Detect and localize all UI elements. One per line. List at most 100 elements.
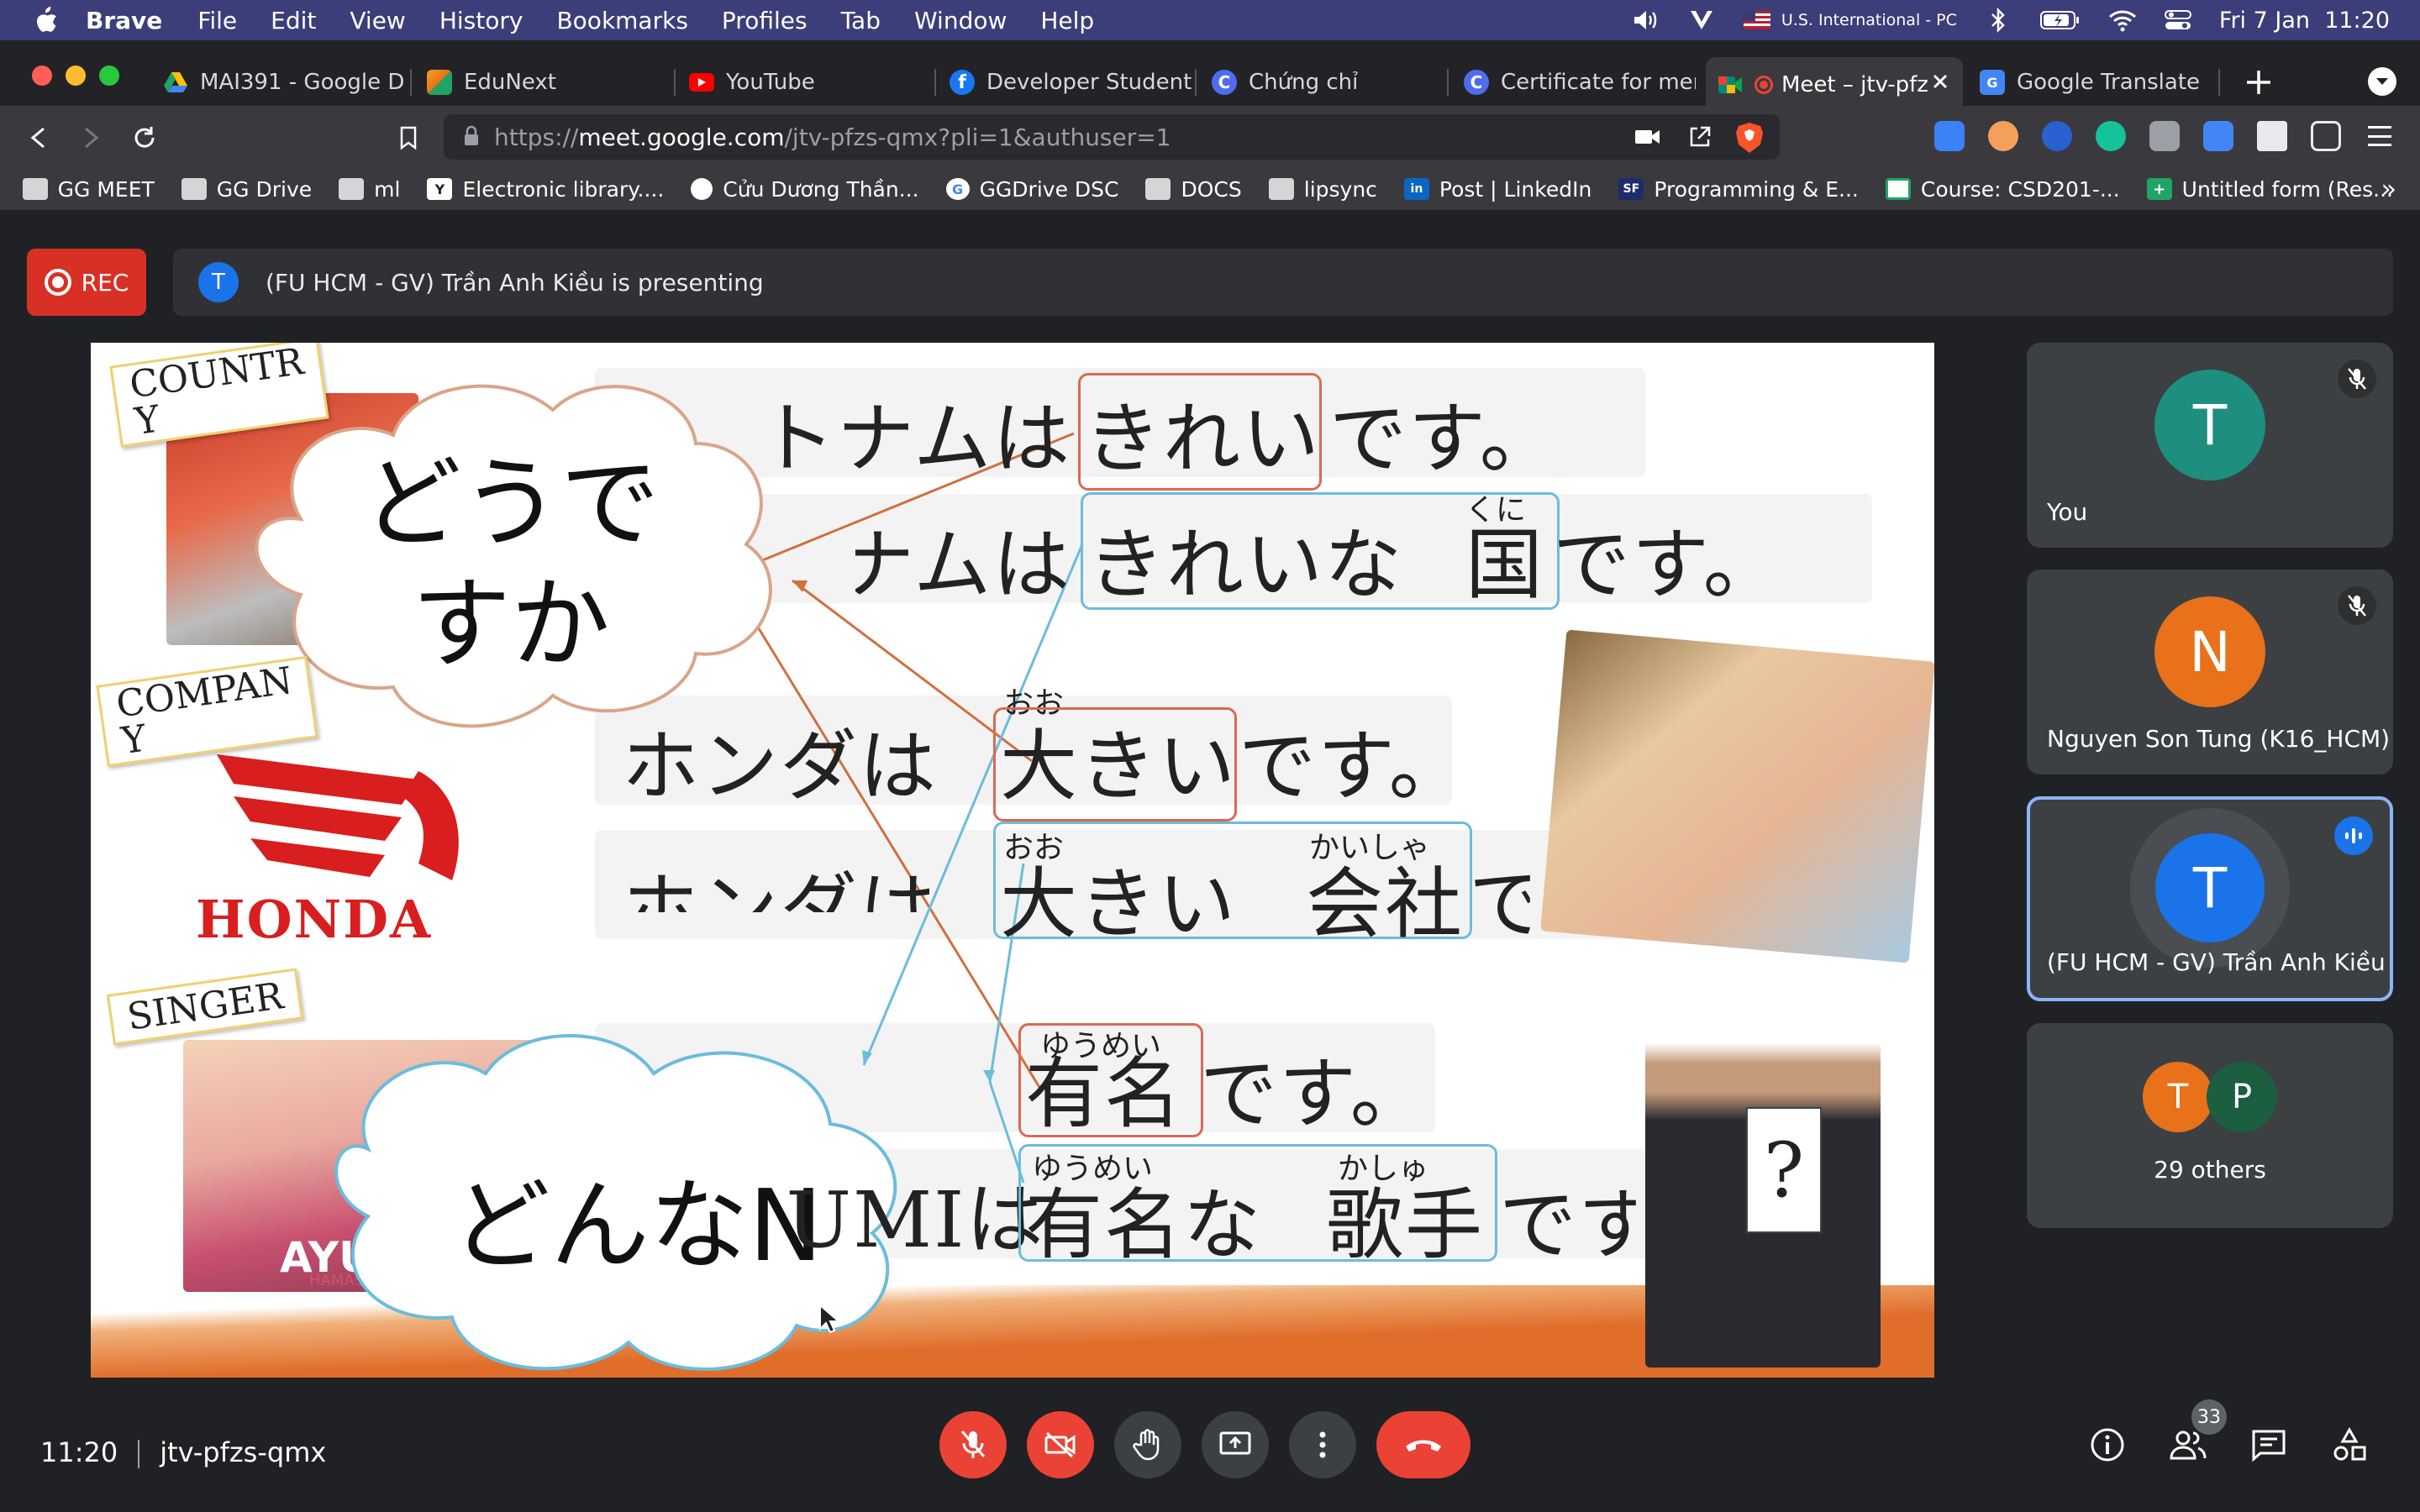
more-options-button[interactable] (1289, 1411, 1356, 1478)
battery-icon[interactable] (2039, 8, 2081, 33)
hamburger-menu-icon[interactable] (2365, 121, 2395, 151)
line4-noun: 会社 (1306, 859, 1465, 949)
bookmark-gg-meet[interactable]: GG MEET (22, 177, 155, 202)
tab-youtube[interactable]: YouTube (677, 57, 929, 108)
url-path: /jtv-pfzs-qmx?pli=1&authuser=1 (784, 123, 1171, 151)
meeting-details-button[interactable] (2082, 1420, 2133, 1470)
activities-button[interactable] (2324, 1420, 2375, 1470)
participant-tile-you[interactable]: T You (2027, 343, 2393, 548)
tab-meet-active[interactable]: Meet – jtv-pfz (1706, 57, 1963, 113)
bookmark-cuu-duong[interactable]: Cửu Dương Thần... (691, 177, 919, 202)
shared-slide: HONDA AYUMI HAMASAKI ? (91, 343, 1934, 1378)
tab-chung-chi[interactable]: C Chứng chỉ (1200, 57, 1444, 108)
menu-view[interactable]: View (350, 7, 405, 34)
apple-icon[interactable] (30, 5, 60, 35)
us-flag-icon[interactable] (1743, 8, 1771, 33)
toolbar: https://meet.google.com/jtv-pfzs-qmx?pli… (0, 106, 2420, 168)
tab-edunext[interactable]: EduNext (415, 57, 669, 108)
mic-muted-icon (2338, 586, 2376, 625)
menu-profiles[interactable]: Profiles (722, 7, 808, 34)
brave-shields-icon[interactable] (1734, 121, 1768, 155)
tab-certificate[interactable]: C Certificate for memb (1452, 57, 1696, 108)
chat-button[interactable] (2244, 1420, 2294, 1470)
translate-extension-icon[interactable] (2203, 121, 2233, 151)
tab-developer-student[interactable]: f Developer Student C (938, 57, 1192, 108)
volume-icon[interactable] (1632, 8, 1660, 33)
menu-edit[interactable]: Edit (271, 7, 316, 34)
bookmark-ml[interactable]: ml (339, 177, 400, 202)
microphone-toggle-button[interactable] (939, 1411, 1007, 1478)
participant-tile-nguyen[interactable]: N Nguyen Son Tung (K16_HCM) (2027, 570, 2393, 774)
youtube-icon (689, 73, 714, 92)
camera-off-icon (1044, 1431, 1076, 1458)
new-tab-plus-icon[interactable] (2242, 66, 2275, 99)
extension-audio-icon[interactable] (2042, 121, 2072, 151)
tab-mai391[interactable]: MAI391 - Google Dri (151, 57, 405, 108)
wifi-icon[interactable] (2108, 8, 2137, 33)
activities-shapes-icon (2333, 1426, 2366, 1461)
moodle-icon (1885, 178, 1911, 200)
bookmark-programming[interactable]: SF Programming & E... (1618, 177, 1859, 202)
open-external-icon[interactable] (1687, 124, 1712, 150)
bluetooth-icon[interactable] (1984, 8, 2012, 33)
present-screen-button[interactable] (1202, 1411, 1269, 1478)
bookmark-icon[interactable] (392, 121, 425, 155)
puzzle-extensions-icon[interactable] (2257, 121, 2287, 151)
control-center-icon[interactable] (2164, 8, 2192, 33)
camera-toggle-button[interactable] (1027, 1411, 1094, 1478)
vpn-v-icon[interactable] (1687, 8, 1716, 33)
datetime[interactable]: Fri 7 Jan 11:20 (2219, 8, 2390, 34)
bookmark-linkedin[interactable]: in Post | LinkedIn (1403, 177, 1591, 202)
camera-permission-icon[interactable] (1634, 124, 1662, 150)
bookmark-electronic-library[interactable]: Y Electronic library.... (427, 177, 664, 202)
menu-window[interactable]: Window (914, 7, 1007, 34)
line1-adjective: きれい (1084, 394, 1322, 484)
minimize-window-button[interactable] (66, 66, 86, 86)
participant-tile-others[interactable]: T P 29 others (2027, 1023, 2393, 1228)
more-bookmarks-chevron-icon[interactable]: » (2381, 175, 2396, 204)
raise-hand-button[interactable] (1114, 1411, 1181, 1478)
line3-desu: です。 (1239, 722, 1468, 811)
site-icon: SF (1618, 178, 1644, 200)
pocket-extension-icon[interactable] (1934, 121, 1965, 151)
present-screen-icon (1219, 1431, 1251, 1455)
cloud-text-dou-desuka: どうで すか (361, 445, 660, 682)
participant-tile-presenter[interactable]: T (FU HCM - GV) Trần Anh Kiều (2027, 796, 2393, 1001)
bookmark-lipsync[interactable]: lipsync (1268, 177, 1377, 202)
line3-subject: ホンダは (622, 722, 939, 811)
lock-icon[interactable] (462, 125, 482, 149)
bookmark-untitled-form[interactable]: + Untitled form (Res... (2146, 177, 2393, 202)
participant-avatar: T (2154, 370, 2265, 480)
mic-off-icon (960, 1431, 986, 1458)
meeting-time: 11:20 (40, 1436, 118, 1468)
address-bar[interactable]: https://meet.google.com/jtv-pfzs-qmx?pli… (444, 114, 1780, 160)
presentation-banner: T (FU HCM - GV) Trần Anh Kiều is present… (173, 249, 2393, 316)
wallet-icon[interactable] (2311, 121, 2341, 151)
close-tab-icon[interactable] (1929, 71, 1951, 92)
extension-light-icon[interactable] (1988, 121, 2018, 151)
grammarly-icon[interactable] (2096, 121, 2126, 151)
tab-google-translate[interactable]: G Google Translate (1968, 57, 2212, 108)
screenshot-camera-icon[interactable] (2149, 121, 2180, 151)
bookmark-ggdrive-dsc[interactable]: G GGDrive DSC (945, 177, 1118, 202)
others-count: 29 others (2154, 1156, 2266, 1184)
maximize-window-button[interactable] (99, 66, 119, 86)
close-window-button[interactable] (32, 66, 52, 86)
tab-search-chevron-icon[interactable] (2368, 67, 2396, 96)
bookmark-docs[interactable]: DOCS (1145, 177, 1242, 202)
menu-help[interactable]: Help (1040, 7, 1094, 34)
menu-tab[interactable]: Tab (841, 7, 881, 34)
line6-adjective: 有名な (1025, 1180, 1263, 1270)
leave-call-button[interactable] (1376, 1411, 1470, 1478)
forward-arrow-icon[interactable] (74, 121, 108, 155)
menu-history[interactable]: History (439, 7, 523, 34)
back-arrow-icon[interactable] (22, 121, 55, 155)
menu-bookmarks[interactable]: Bookmarks (556, 7, 687, 34)
url-prefix: https:// (494, 123, 579, 151)
menu-app-name[interactable]: Brave (86, 7, 162, 34)
menu-file[interactable]: File (197, 7, 237, 34)
recording-indicator[interactable]: REC (27, 249, 146, 316)
bookmark-course-csd201[interactable]: Course: CSD201-... (1885, 177, 2120, 202)
reload-icon[interactable] (128, 121, 161, 155)
bookmark-gg-drive[interactable]: GG Drive (181, 177, 312, 202)
